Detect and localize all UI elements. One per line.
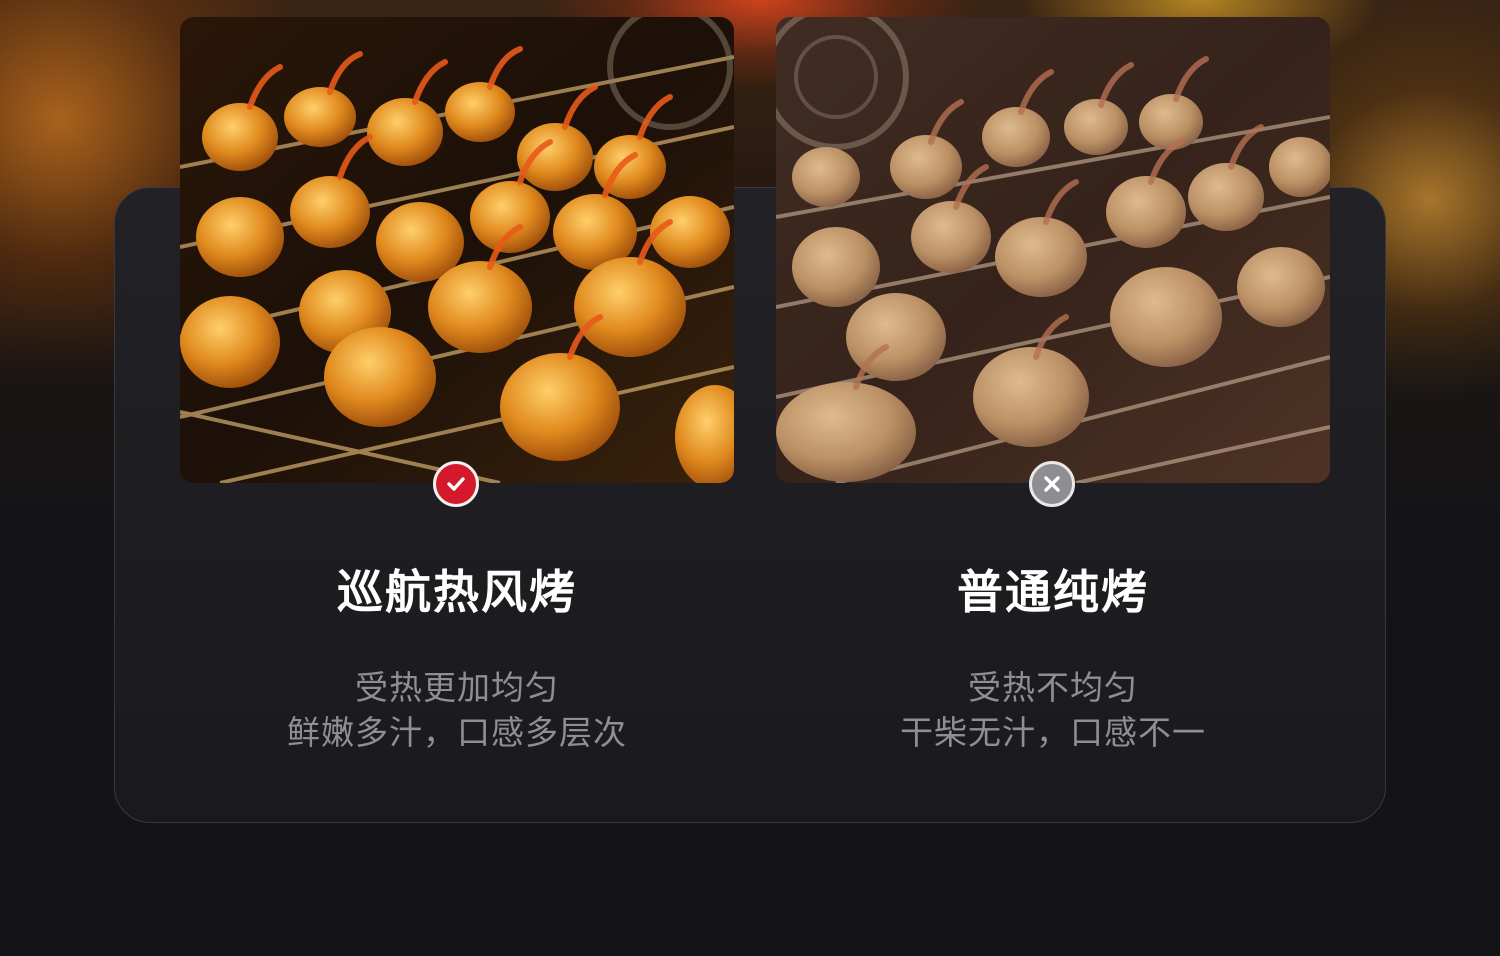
cross-icon: [1044, 476, 1060, 492]
normal-baked-shrimp-photo: [776, 17, 1330, 483]
left-title: 巡航热风烤: [337, 565, 577, 619]
cross-badge: [1029, 461, 1075, 507]
left-desc-line1: 受热更加均匀: [355, 668, 559, 707]
check-icon: [447, 477, 465, 491]
right-title: 普通纯烤: [957, 565, 1149, 619]
hot-air-baked-shrimp-photo: [180, 17, 734, 483]
right-desc-line2: 干柴无汁，口感不一: [900, 713, 1206, 752]
left-desc-line2: 鲜嫩多汁，口感多层次: [287, 713, 627, 752]
right-desc-line1: 受热不均匀: [968, 668, 1138, 707]
check-badge: [433, 461, 479, 507]
